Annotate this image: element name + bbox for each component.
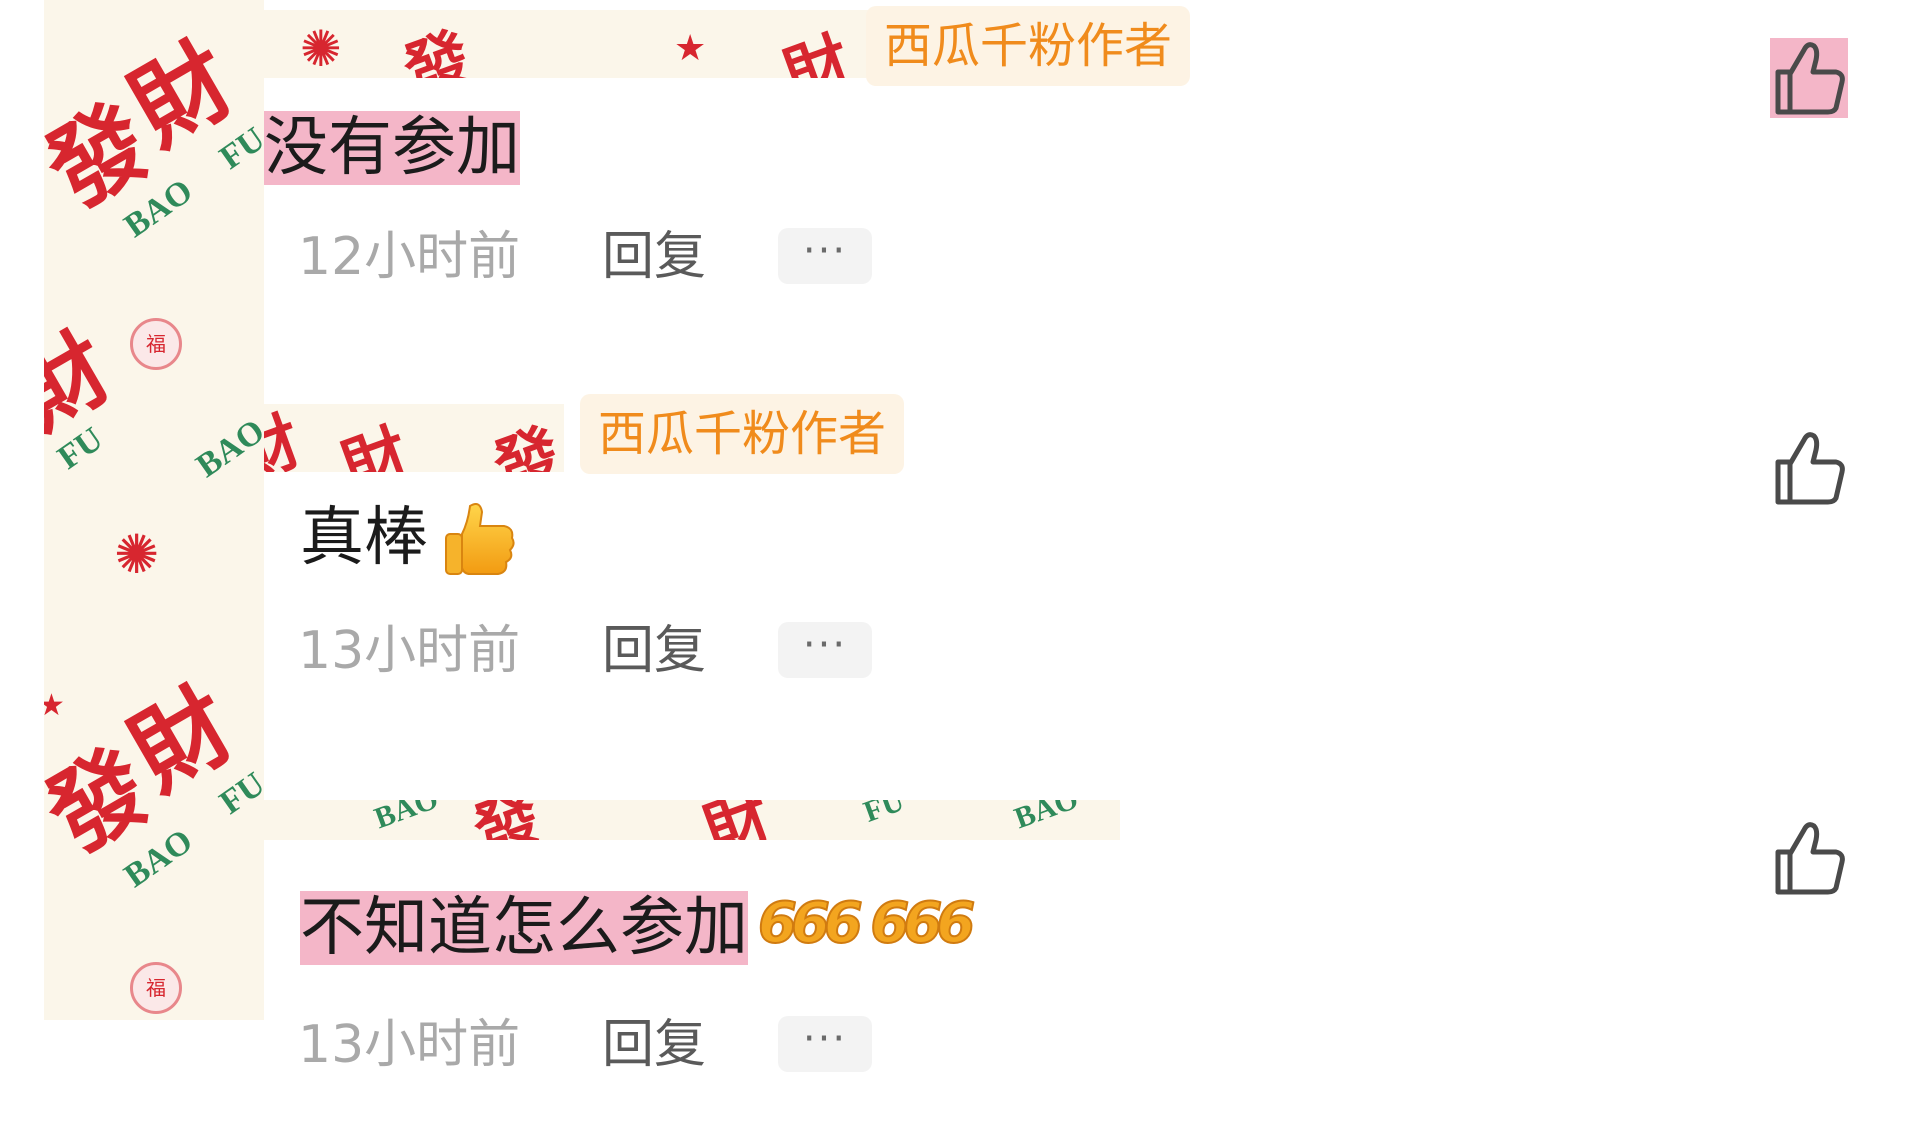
- more-options-button[interactable]: ···: [778, 228, 872, 284]
- banner-glyph: 財: [332, 414, 419, 472]
- pattern-star-icon: ★: [44, 688, 65, 723]
- reply-button[interactable]: 回复: [602, 1010, 706, 1080]
- username-banner: 財 財 發: [264, 404, 564, 472]
- reply-button[interactable]: 回复: [602, 616, 706, 686]
- username-banner: ✺ 發 ★ 財: [264, 10, 914, 78]
- comment-text: 没有参加: [264, 108, 520, 188]
- banner-glyph: 財: [690, 800, 782, 840]
- comment-text: 不知道怎么参加 666 666: [300, 888, 976, 968]
- star-icon: ★: [674, 28, 707, 69]
- pattern-firework-icon: ✺: [114, 523, 160, 586]
- like-button[interactable]: [1770, 428, 1848, 508]
- banner-text: BAO: [1010, 800, 1083, 836]
- banner-glyph: 發: [394, 18, 481, 78]
- ellipsis-icon: ···: [802, 1016, 848, 1062]
- reply-button[interactable]: 回复: [602, 222, 706, 292]
- like-button[interactable]: [1770, 38, 1848, 118]
- banner-glyph: 發: [484, 414, 564, 472]
- author-badge: 西瓜千粉作者: [866, 6, 1191, 86]
- ellipsis-icon: ···: [802, 228, 848, 274]
- pattern-seal: 福: [130, 962, 182, 1014]
- pattern-text: BAO: [189, 412, 264, 485]
- thumbs-up-icon: [1775, 432, 1845, 505]
- username-banner: BAO 發 財 FU BAO: [264, 800, 1120, 840]
- more-options-button[interactable]: ···: [778, 622, 872, 678]
- firework-icon: ✺: [300, 20, 342, 78]
- comment-text-content: 不知道怎么参加: [300, 891, 748, 965]
- like-button[interactable]: [1770, 818, 1848, 898]
- comment-time: 13小时前: [298, 1015, 521, 1075]
- banner-glyph: 發: [460, 800, 552, 840]
- ellipsis-icon: ···: [802, 622, 848, 668]
- author-badge: 西瓜千粉作者: [580, 394, 905, 474]
- comment-text-content: 没有参加: [264, 111, 520, 185]
- comment-time: 13小时前: [298, 621, 521, 681]
- comment-text: 真棒: [300, 498, 520, 578]
- comment-time: 12小时前: [298, 227, 521, 287]
- more-options-button[interactable]: ···: [778, 1016, 872, 1072]
- emoji-666-icon: 666 666: [757, 890, 976, 957]
- pattern-seal: 福: [130, 318, 182, 370]
- comment-list: 發 財 BAO FU 福 財 FU BAO ✺ ★ 發 財 BAO FU 福 ✺…: [0, 0, 1920, 1134]
- thumbs-up-icon: [1775, 42, 1845, 115]
- avatar-pattern: 發 財 BAO FU 福 財 FU BAO ✺ ★ 發 財 BAO FU 福: [44, 0, 264, 1020]
- banner-text: BAO: [370, 800, 443, 836]
- banner-glyph: 財: [264, 404, 311, 472]
- comment-text-content: 真棒: [300, 501, 428, 575]
- thumbs-up-emoji-icon: [445, 503, 515, 575]
- banner-text: FU: [859, 800, 909, 829]
- thumbs-up-icon: [1775, 822, 1845, 895]
- banner-glyph: 財: [774, 22, 861, 78]
